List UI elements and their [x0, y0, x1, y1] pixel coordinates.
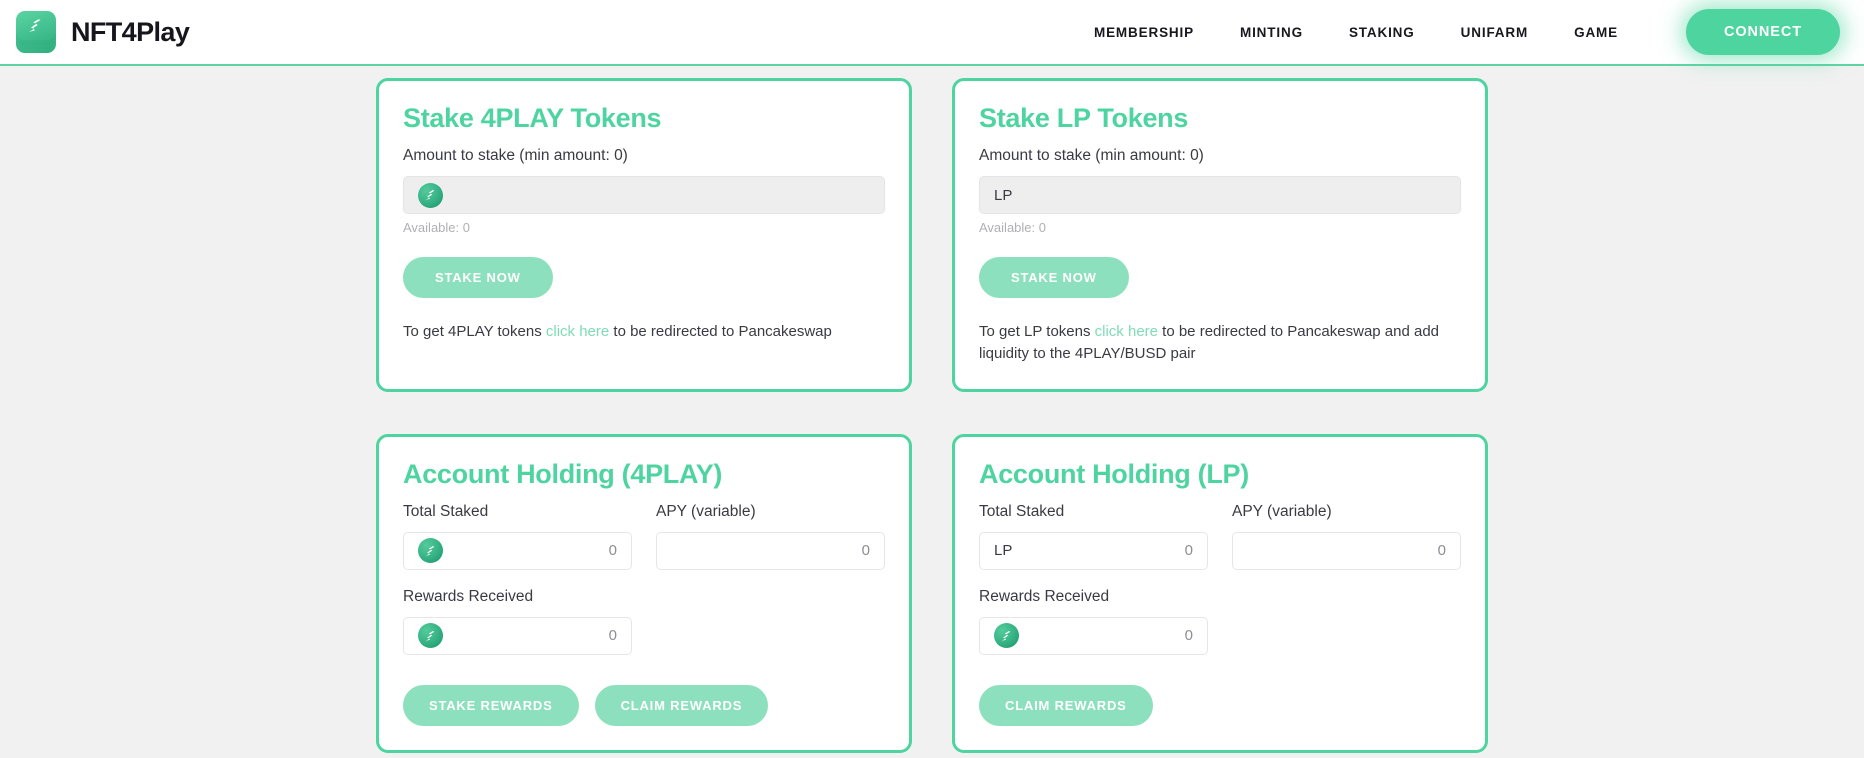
- card-title-holding-lp: Account Holding (LP): [979, 458, 1249, 489]
- help-prefix-lp: To get LP tokens: [979, 323, 1095, 340]
- available-balance-4play: Available: 0: [403, 220, 470, 235]
- apy-input-lp[interactable]: 0: [1232, 531, 1461, 570]
- nav-link-membership[interactable]: MEMBERSHIP: [1094, 25, 1194, 40]
- available-balance-lp: Available: 0: [979, 220, 1046, 235]
- card-title-holding-4play: Account Holding (4PLAY): [403, 458, 723, 489]
- stake-rewards-button-4play[interactable]: STAKE REWARDS: [403, 684, 579, 726]
- card-account-holding-4play: Account Holding (4PLAY) Total Staked 0 A…: [376, 433, 912, 753]
- total-staked-input-4play[interactable]: 0: [403, 531, 632, 570]
- nav-link-staking[interactable]: STAKING: [1349, 25, 1415, 40]
- pancakeswap-link-lp[interactable]: click here: [1095, 323, 1158, 340]
- apy-input-4play[interactable]: 0: [656, 531, 885, 570]
- stake-now-button-lp[interactable]: STAKE NOW: [979, 257, 1129, 298]
- site-header: NFT4Play MEMBERSHIP MINTING STAKING UNIF…: [0, 0, 1864, 66]
- card-title-stake-lp: Stake LP Tokens: [979, 103, 1189, 133]
- total-staked-label-4play: Total Staked: [403, 502, 489, 520]
- 4play-token-icon: [994, 623, 1019, 648]
- total-staked-group-4play: Total Staked 0: [403, 503, 632, 570]
- page-body: Stake 4PLAY Tokens Amount to stake (min …: [0, 66, 1864, 758]
- card-account-holding-lp: Account Holding (LP) Total Staked LP 0 A…: [952, 433, 1488, 753]
- pancakeswap-link-4play[interactable]: click here: [546, 323, 609, 340]
- apy-label-4play: APY (variable): [656, 502, 756, 520]
- stake-now-button-4play[interactable]: STAKE NOW: [403, 257, 553, 298]
- nav-link-game[interactable]: GAME: [1574, 25, 1618, 40]
- help-text-lp: To get LP tokens click here to be redire…: [979, 321, 1461, 365]
- brand-logo-link[interactable]: NFT4Play: [14, 10, 190, 54]
- rewards-received-label-lp: Rewards Received: [979, 587, 1110, 605]
- total-staked-prefix-lp: LP: [994, 542, 1013, 559]
- rewards-received-input-lp[interactable]: 0: [979, 616, 1208, 655]
- help-prefix-4play: To get 4PLAY tokens: [403, 323, 546, 340]
- total-staked-value-lp: 0: [1184, 542, 1193, 559]
- total-staked-input-lp[interactable]: LP 0: [979, 531, 1208, 570]
- help-text-4play: To get 4PLAY tokens click here to be red…: [403, 321, 885, 343]
- rewards-group-4play: Rewards Received 0: [403, 588, 885, 655]
- claim-rewards-button-4play[interactable]: CLAIM REWARDS: [594, 684, 769, 726]
- holding-lp-actions: CLAIM REWARDS: [979, 684, 1461, 726]
- connect-wallet-button[interactable]: CONNECT: [1686, 9, 1840, 55]
- holding-lp-top-row: Total Staked LP 0 APY (variable) 0: [979, 503, 1461, 570]
- 4play-token-icon: [418, 538, 443, 563]
- apy-value-4play: 0: [861, 542, 870, 559]
- amount-to-stake-label-lp: Amount to stake (min amount: 0): [979, 147, 1204, 164]
- stake-amount-value-lp: LP: [994, 186, 1013, 204]
- apy-group-lp: APY (variable) 0: [1232, 503, 1461, 570]
- rewards-received-input-4play[interactable]: 0: [403, 616, 632, 655]
- amount-to-stake-label-4play: Amount to stake (min amount: 0): [403, 147, 628, 164]
- main-navigation: MEMBERSHIP MINTING STAKING UNIFARM GAME …: [1094, 9, 1840, 55]
- nav-link-minting[interactable]: MINTING: [1240, 25, 1303, 40]
- holding-4play-top-row: Total Staked 0 APY (variable) 0: [403, 503, 885, 570]
- card-title-stake-4play: Stake 4PLAY Tokens: [403, 103, 662, 133]
- total-staked-label-lp: Total Staked: [979, 502, 1065, 520]
- rewards-group-lp: Rewards Received 0: [979, 588, 1461, 655]
- total-staked-group-lp: Total Staked LP 0: [979, 503, 1208, 570]
- total-staked-value-4play: 0: [608, 542, 617, 559]
- nav-link-unifarm[interactable]: UNIFARM: [1461, 25, 1528, 40]
- stake-amount-input-lp[interactable]: LP: [979, 176, 1461, 214]
- apy-label-lp: APY (variable): [1232, 502, 1332, 520]
- 4play-token-icon: [418, 623, 443, 648]
- card-stake-4play: Stake 4PLAY Tokens Amount to stake (min …: [376, 78, 912, 392]
- apy-group-4play: APY (variable) 0: [656, 503, 885, 570]
- rewards-received-value-4play: 0: [608, 627, 617, 644]
- holding-4play-actions: STAKE REWARDS CLAIM REWARDS: [403, 684, 885, 726]
- staking-grid: Stake 4PLAY Tokens Amount to stake (min …: [376, 78, 1488, 753]
- claim-rewards-button-lp[interactable]: CLAIM REWARDS: [979, 684, 1153, 726]
- card-stake-lp: Stake LP Tokens Amount to stake (min amo…: [952, 78, 1488, 392]
- nft4play-stack-logo-icon: [14, 10, 58, 54]
- rewards-received-value-lp: 0: [1184, 627, 1193, 644]
- 4play-token-icon: [418, 182, 443, 208]
- rewards-received-label-4play: Rewards Received: [403, 587, 534, 605]
- brand-name: NFT4Play: [71, 16, 190, 47]
- stake-amount-input-4play[interactable]: [403, 176, 885, 214]
- apy-value-lp: 0: [1437, 542, 1446, 559]
- help-suffix-4play: to be redirected to Pancakeswap: [609, 323, 832, 340]
